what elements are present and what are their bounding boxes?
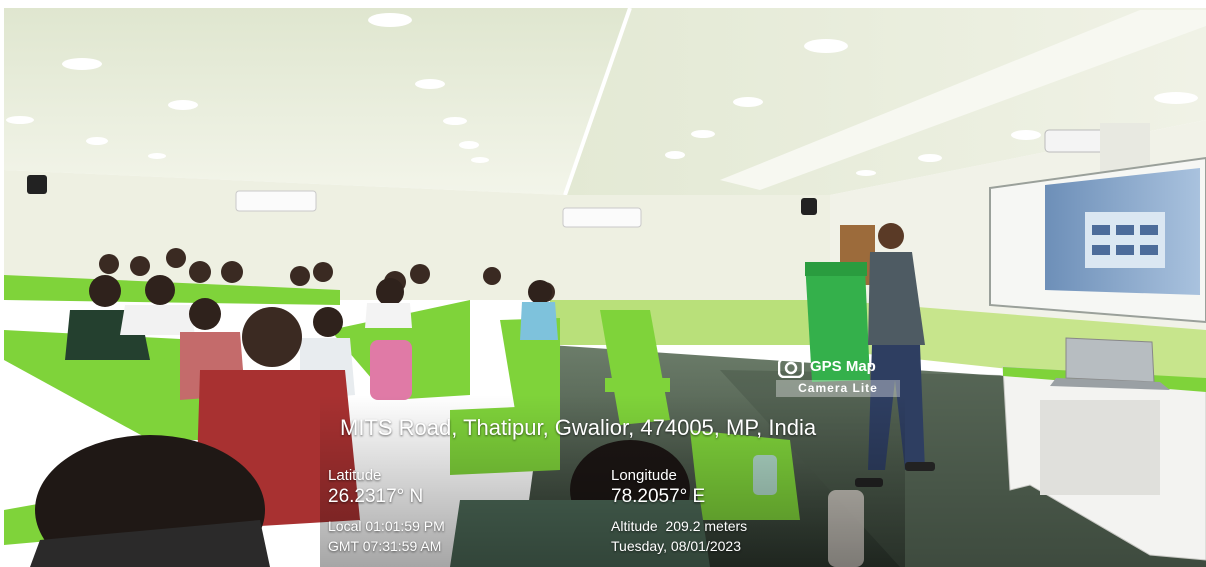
air-conditioner: [235, 190, 317, 212]
speaker: [27, 175, 47, 194]
camera-icon: [778, 357, 804, 378]
latitude-value: 26.2317° N: [328, 486, 424, 507]
address-text: MITS Road, Thatipur, Gwalior, 474005, MP…: [340, 415, 817, 440]
ceiling: [4, 8, 630, 195]
brand-subtitle: Camera Lite: [776, 380, 900, 397]
air-conditioner: [562, 207, 642, 228]
speaker: [801, 198, 817, 215]
brand-title: GPS Map: [810, 358, 876, 375]
longitude-value: 78.2057° E: [611, 486, 706, 507]
latitude-label: Latitude: [328, 467, 382, 484]
gmt-time: GMT 07:31:59 AM: [328, 538, 442, 554]
date-text: Tuesday, 08/01/2023: [611, 538, 741, 554]
longitude-label: Longitude: [611, 467, 677, 484]
laptop: [1065, 337, 1155, 383]
classroom-photo: [0, 0, 1206, 567]
local-time: Local 01:01:59 PM: [328, 518, 445, 534]
gps-map-camera-badge: GPS Map Camera Lite: [776, 356, 902, 400]
altitude-text: Altitude 209.2 meters: [611, 518, 748, 534]
